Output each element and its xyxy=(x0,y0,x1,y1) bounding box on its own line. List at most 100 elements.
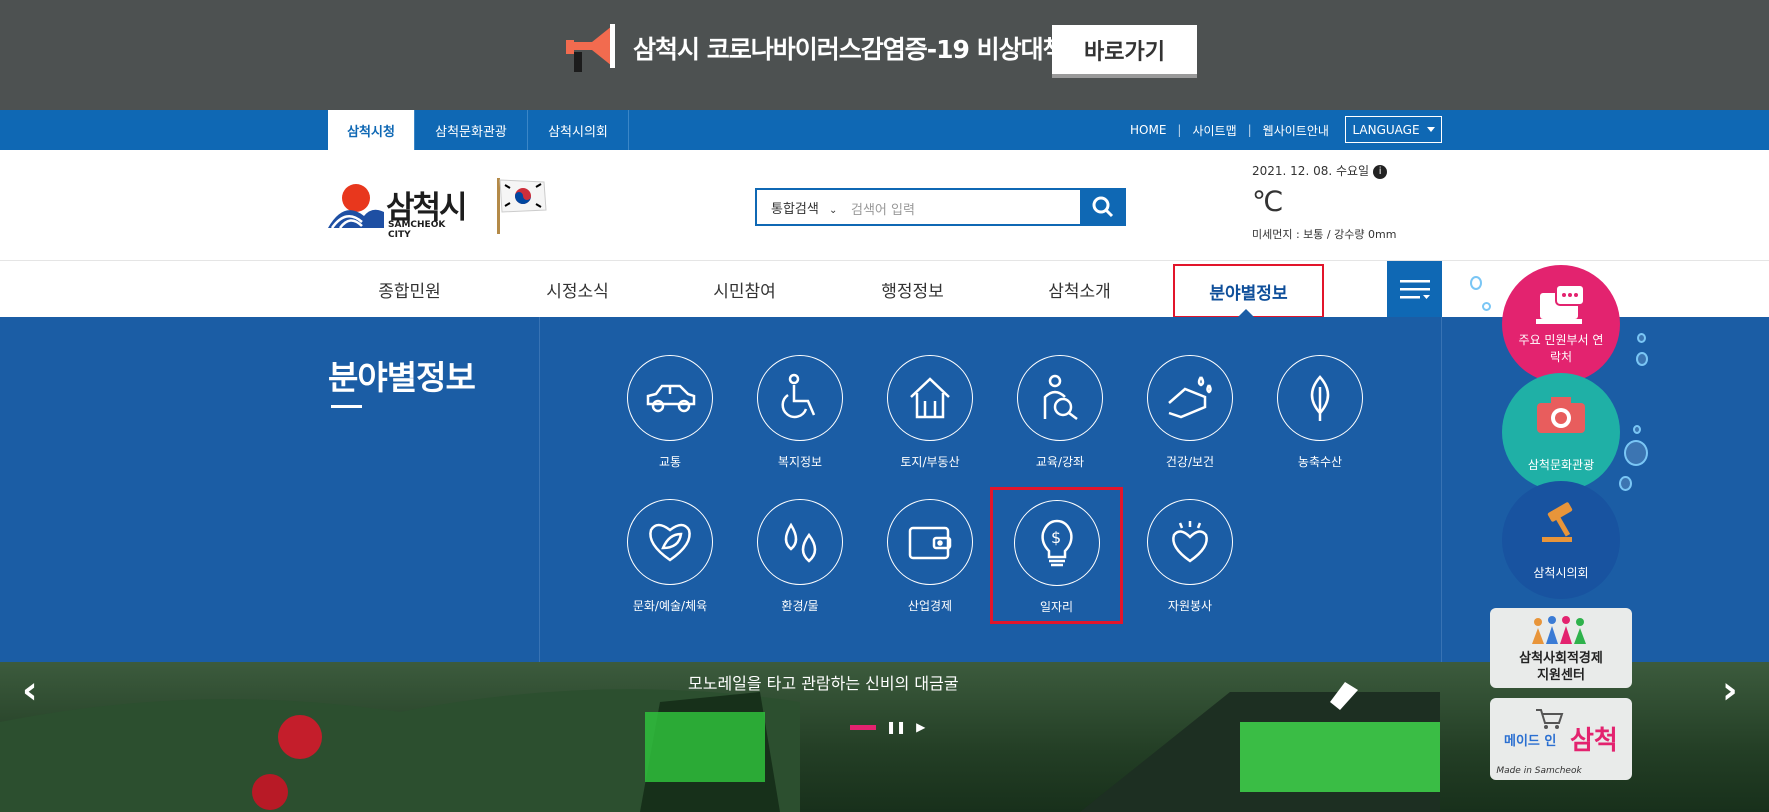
people-group-icon xyxy=(1532,616,1586,644)
heart-sparkle-icon xyxy=(1172,521,1208,563)
tab-culture-tourism[interactable]: 삼척문화관광 xyxy=(415,110,528,150)
quick-contacts[interactable]: 주요 민원부서 연락처 xyxy=(1502,265,1620,383)
menu-item-industry[interactable]: 산업경제 xyxy=(875,499,985,614)
divider xyxy=(1441,317,1442,662)
leaf-icon xyxy=(1310,375,1330,421)
bubble-decoration xyxy=(1633,425,1641,434)
menu-item-label: 산업경제 xyxy=(907,599,953,613)
hamburger-menu-icon xyxy=(1399,279,1430,299)
utility-links: HOME | 사이트맵 | 웹사이트안내 xyxy=(1130,110,1329,150)
quick-city-council-label: 삼척시의회 xyxy=(1533,566,1589,580)
camera-icon xyxy=(1537,397,1585,433)
slider-indicator[interactable] xyxy=(850,724,876,730)
quick-city-council[interactable]: 삼척시의회 xyxy=(1502,481,1620,599)
title-underline xyxy=(331,405,362,408)
menu-item-jobs[interactable]: $ 일자리 xyxy=(990,487,1123,624)
menu-item-label: 환경/물 xyxy=(781,599,819,613)
menu-item-agriculture[interactable]: 농축수산 xyxy=(1265,355,1375,470)
covid-banner-text: 삼척시 코로나바이러스감염증-19 비상대책 xyxy=(633,35,1066,64)
gavel-icon xyxy=(1542,502,1573,542)
menu-pointer xyxy=(1238,309,1254,317)
weather-widget: 2021. 12. 08. 수요일 i ℃ 미세먼지 : 보통 / 강수량 0mm xyxy=(1252,162,1432,242)
menu-item-volunteer[interactable]: 자원봉사 xyxy=(1135,499,1245,614)
search-scope-select[interactable]: 통합검색 ⌄ xyxy=(771,198,837,217)
made-in-samcheok-link[interactable]: 메이드 인 삼척 Made in Samcheok xyxy=(1490,698,1632,780)
menu-item-label: 자원봉사 xyxy=(1167,599,1213,613)
slider-prev-arrow[interactable]: ‹ xyxy=(22,668,38,712)
menu-item-label: 토지/부동산 xyxy=(900,455,960,469)
menu-item-health[interactable]: 건강/보건 xyxy=(1135,355,1245,470)
site-logo[interactable]: 삼척시 SAMCHEOK CITY xyxy=(326,176,468,240)
menu-item-land[interactable]: 토지/부동산 xyxy=(875,355,985,470)
menu-item-label: 문화/예술/체육 xyxy=(632,599,708,613)
pause-icon[interactable]: ❚❚ xyxy=(886,720,906,734)
menu-item-label: 교육/강좌 xyxy=(1035,455,1085,469)
menu-item-environment[interactable]: 환경/물 xyxy=(745,499,855,614)
search-icon xyxy=(1092,196,1114,218)
covid-go-button[interactable]: 바로가기 xyxy=(1052,25,1197,78)
svg-text:$: $ xyxy=(1051,528,1061,547)
bubble-decoration xyxy=(1470,276,1482,290)
utility-bar: 삼척시청 삼척문화관광 삼척시의회 HOME | 사이트맵 | 웹사이트안내 L… xyxy=(0,110,1769,150)
quick-contacts-label: 주요 민원부서 연락처 xyxy=(1518,333,1604,364)
nav-citizen[interactable]: 시민참여 xyxy=(687,261,802,318)
site-guide-link[interactable]: 웹사이트안내 xyxy=(1263,122,1329,139)
panel-title: 분야별정보 xyxy=(328,358,476,397)
language-select[interactable]: LANGUAGE xyxy=(1345,116,1442,143)
header: 삼척시 SAMCHEOK CITY 통합검색 ⌄ 검색어 입력 2021. 12… xyxy=(0,150,1769,260)
separator: | xyxy=(1247,123,1252,137)
lightbulb-dollar-icon: $ xyxy=(1040,519,1073,567)
car-icon xyxy=(646,384,696,413)
menu-item-traffic[interactable]: 교통 xyxy=(615,355,725,470)
korean-flag-icon xyxy=(497,178,547,234)
bubble-decoration xyxy=(1619,476,1632,491)
weather-temperature: ℃ xyxy=(1252,185,1284,218)
slider-controls: ❚❚ ▶ xyxy=(850,720,925,734)
wallet-icon xyxy=(908,526,952,560)
play-icon[interactable]: ▶ xyxy=(916,720,925,734)
nav-about[interactable]: 삼척소개 xyxy=(1022,261,1137,318)
slider-next-arrow[interactable]: › xyxy=(1722,668,1738,712)
heart-leaf-icon xyxy=(649,523,691,562)
megaphone-icon xyxy=(566,24,615,72)
shopping-cart-icon xyxy=(1536,709,1564,729)
menu-item-label: 일자리 xyxy=(1039,600,1074,614)
made-in-samcheok-small: Made in Samcheok xyxy=(1496,766,1582,776)
logo-mark-icon xyxy=(328,184,384,229)
wheelchair-icon xyxy=(781,373,816,419)
sitemap-link[interactable]: 사이트맵 xyxy=(1192,122,1236,139)
language-label: LANGUAGE xyxy=(1352,122,1420,137)
chat-laptop-icon xyxy=(1536,284,1585,324)
all-menu-button[interactable] xyxy=(1387,261,1442,318)
social-economy-center-label: 삼척사회적경제 지원센터 xyxy=(1519,651,1603,683)
weather-dust: 미세먼지 : 보통 / 강수량 0mm xyxy=(1252,228,1397,241)
covid-banner[interactable]: 삼척시 코로나바이러스감염증-19 비상대책 바로가기 xyxy=(0,0,1769,110)
nav-general-civil[interactable]: 종합민원 xyxy=(352,261,467,318)
tab-samcheok-cityhall[interactable]: 삼척시청 xyxy=(328,110,415,150)
logo-english: SAMCHEOK CITY xyxy=(388,220,446,240)
info-icon[interactable]: i xyxy=(1373,164,1388,179)
page: 삼척시 코로나바이러스감염증-19 비상대책 바로가기 삼척시청 삼척문화관광 … xyxy=(0,0,1769,812)
health-icon xyxy=(1168,376,1212,419)
water-drop-icon xyxy=(784,522,817,563)
bubble-decoration xyxy=(1482,302,1491,311)
search-input[interactable]: 검색어 입력 xyxy=(851,199,915,218)
nav-admin-info[interactable]: 행정정보 xyxy=(855,261,970,318)
menu-item-welfare[interactable]: 복지정보 xyxy=(745,355,855,470)
menu-item-label: 농축수산 xyxy=(1297,455,1343,469)
made-in-samcheok-script: 삼척 xyxy=(1570,726,1618,756)
menu-item-education[interactable]: 교육/강좌 xyxy=(1005,355,1115,470)
menu-item-label: 건강/보건 xyxy=(1165,455,1215,469)
chevron-down-icon: ⌄ xyxy=(828,205,838,216)
education-icon xyxy=(1043,374,1078,420)
search-button[interactable] xyxy=(1080,188,1126,226)
quick-culture-tourism[interactable]: 삼척문화관광 xyxy=(1502,373,1620,491)
social-economy-center-link[interactable]: 삼척사회적경제 지원센터 xyxy=(1490,608,1632,688)
bubble-decoration xyxy=(1624,440,1648,466)
home-link[interactable]: HOME xyxy=(1130,123,1166,137)
menu-item-culture[interactable]: 문화/예술/체육 xyxy=(615,499,725,614)
menu-item-label: 복지정보 xyxy=(777,455,823,469)
tab-city-council[interactable]: 삼척시의회 xyxy=(528,110,629,150)
slider-caption: 모노레일을 타고 관람하는 신비의 대금굴 xyxy=(688,674,959,693)
nav-city-news[interactable]: 시정소식 xyxy=(520,261,635,318)
